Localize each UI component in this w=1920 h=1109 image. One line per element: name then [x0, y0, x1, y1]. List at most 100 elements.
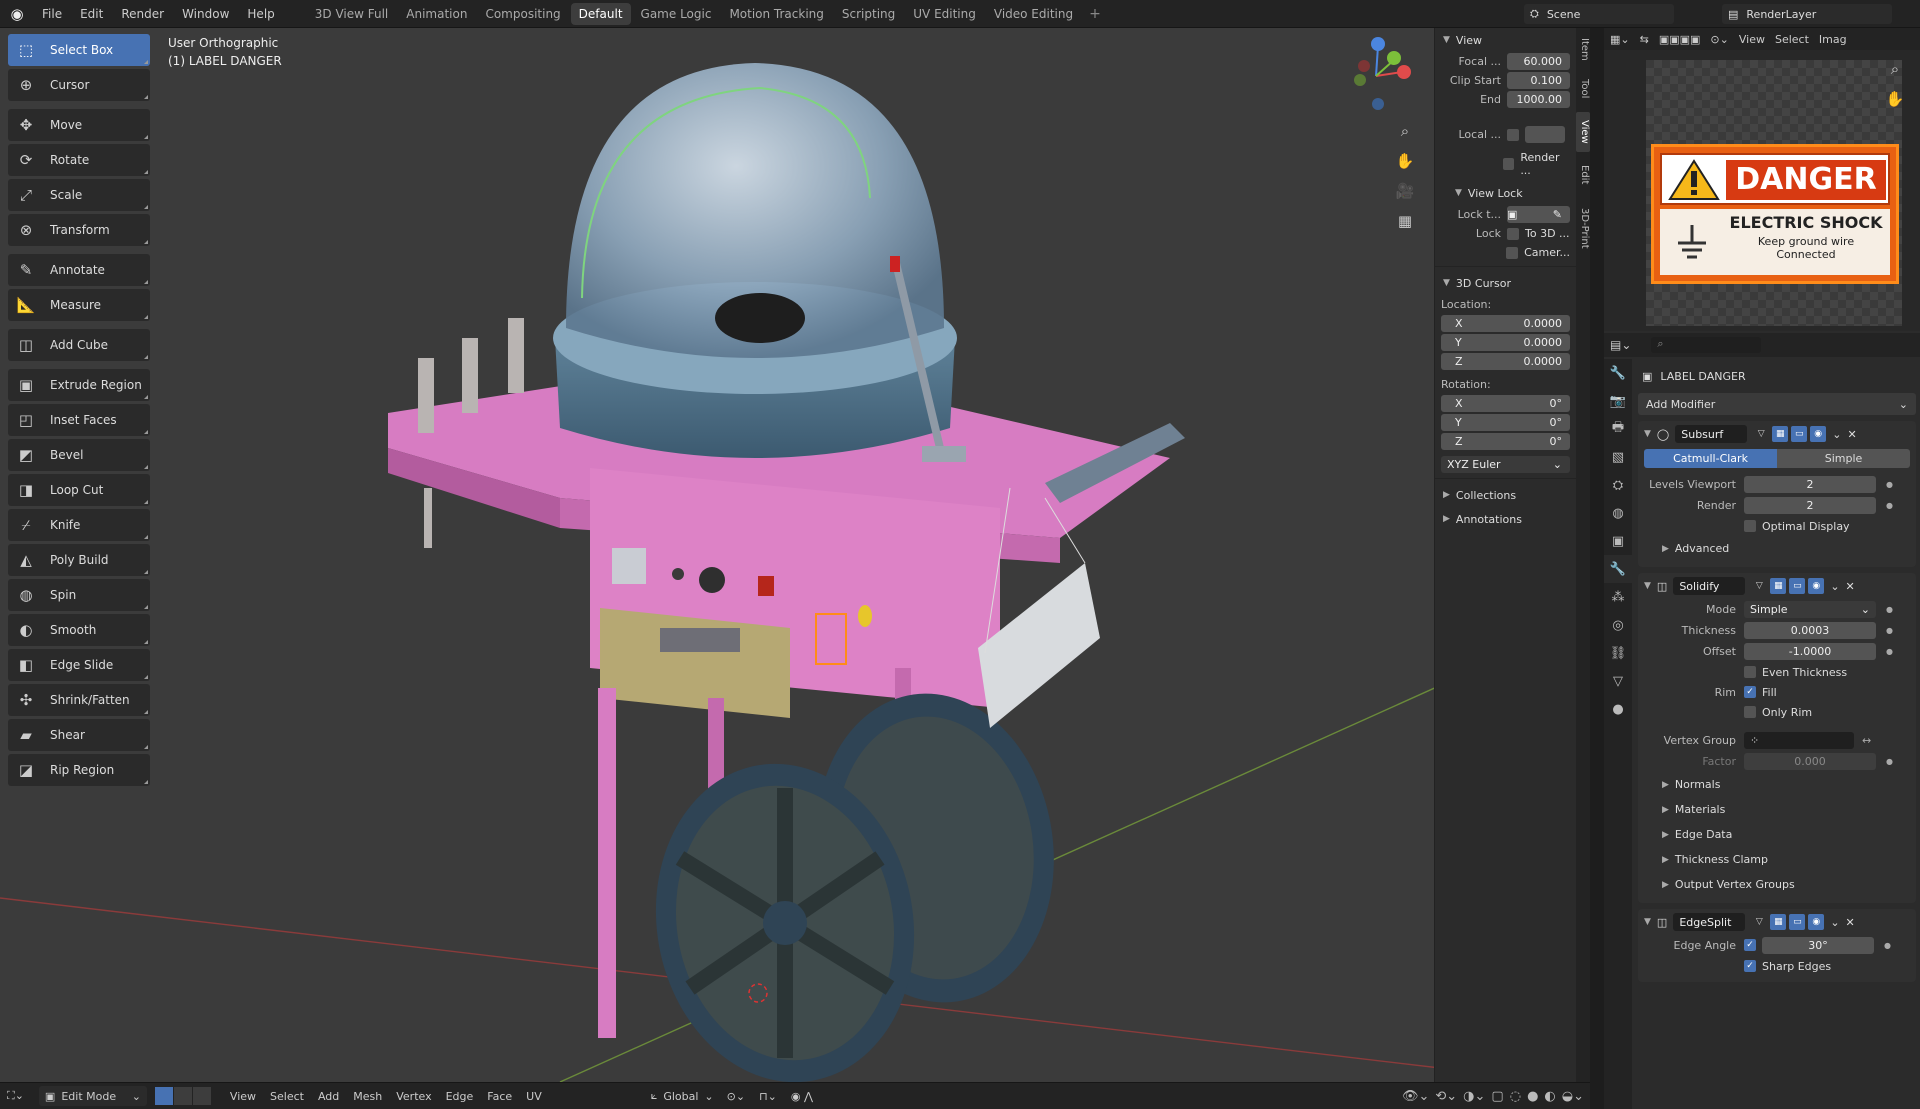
tool-measure[interactable]: 📐 Measure: [8, 289, 150, 321]
visibility-icon[interactable]: 👁⌄: [1402, 1089, 1429, 1104]
keyframe-dot-icon[interactable]: ●: [1886, 480, 1893, 489]
tool-edge-slide[interactable]: ◧ Edge Slide: [8, 649, 150, 681]
render-icon[interactable]: ◉: [1808, 914, 1825, 930]
gizmo-z-icon[interactable]: [1371, 37, 1385, 51]
tab-default[interactable]: Default: [570, 2, 631, 25]
editor-type-icon[interactable]: ⛶⌄: [0, 1089, 31, 1103]
tool-rotate[interactable]: ⟳ Rotate: [8, 144, 150, 176]
snap-icon[interactable]: ⊓⌄: [752, 1090, 784, 1103]
keyframe-dot-icon[interactable]: ●: [1884, 941, 1891, 950]
render-layer-selector[interactable]: ▤ RenderLayer: [1722, 4, 1892, 24]
eyedropper-icon[interactable]: ✎: [1553, 208, 1562, 221]
tab-uv-editing[interactable]: UV Editing: [905, 3, 984, 25]
lock-camera-checkbox[interactable]: [1506, 246, 1519, 259]
menu-select[interactable]: Select: [263, 1090, 311, 1103]
3d-viewport[interactable]: User Orthographic (1) LABEL DANGER ⬚ Sele…: [0, 28, 1590, 1082]
wireframe-shading-icon[interactable]: ◌: [1510, 1089, 1521, 1104]
menu-edit[interactable]: Edit: [72, 0, 111, 28]
tab-motion-tracking[interactable]: Motion Tracking: [721, 3, 831, 25]
rotation-mode-dropdown[interactable]: XYZ Euler ⌄: [1441, 456, 1570, 473]
keyframe-dot-icon[interactable]: ●: [1886, 647, 1893, 656]
modifier-tab-icon[interactable]: 🔧: [1604, 555, 1632, 583]
gizmo-y-icon[interactable]: [1387, 51, 1401, 65]
close-icon[interactable]: ✕: [1847, 428, 1856, 441]
vertex-group-field[interactable]: ⁘: [1744, 731, 1854, 749]
tool-inset-faces[interactable]: ◰ Inset Faces: [8, 404, 150, 436]
menu-view[interactable]: View: [223, 1090, 263, 1103]
face-select-icon[interactable]: [192, 1087, 211, 1105]
tool-shrink-fatten[interactable]: ✣ Shrink/Fatten: [8, 684, 150, 716]
sharp-edges-checkbox[interactable]: ✓: [1744, 960, 1756, 972]
subsurf-name-field[interactable]: Subsurf: [1675, 425, 1748, 443]
uv-sync-icon[interactable]: ⇆: [1640, 33, 1649, 46]
close-icon[interactable]: ✕: [1846, 916, 1855, 929]
tab-item[interactable]: Item: [1576, 32, 1590, 66]
editmode-icon[interactable]: ▦: [1772, 426, 1789, 442]
simple-button[interactable]: Simple: [1777, 449, 1910, 468]
solidify-name-field[interactable]: Solidify: [1673, 577, 1746, 595]
tab-animation[interactable]: Animation: [398, 3, 475, 25]
offset-field[interactable]: -1.0000: [1744, 642, 1876, 660]
view-section-header[interactable]: ▼ View: [1435, 28, 1576, 52]
render-icon[interactable]: ◉: [1810, 426, 1827, 442]
thickness-clamp-subpanel[interactable]: ▶ Thickness Clamp: [1638, 847, 1916, 872]
image-menu-view[interactable]: View: [1739, 33, 1765, 46]
viewport-icon[interactable]: ▭: [1789, 914, 1806, 930]
properties-search[interactable]: ⌕: [1651, 337, 1762, 353]
tab-3d-print[interactable]: 3D-Print: [1576, 198, 1590, 258]
solid-shading-icon[interactable]: ●: [1527, 1089, 1538, 1104]
menu-face[interactable]: Face: [480, 1090, 519, 1103]
gizmo-neg-z-icon[interactable]: [1372, 98, 1384, 110]
pan-hand-icon[interactable]: ✋: [1392, 148, 1418, 174]
add-workspace-button[interactable]: +: [1081, 6, 1109, 22]
edit-cage-icon[interactable]: ▽: [1753, 426, 1769, 442]
material-tab-icon[interactable]: ●: [1604, 695, 1632, 723]
tool-knife[interactable]: ⌿ Knife: [8, 509, 150, 541]
mode-dropdown[interactable]: Simple ⌄: [1744, 600, 1876, 618]
tool-scale[interactable]: ⤢ Scale: [8, 179, 150, 211]
menu-edge[interactable]: Edge: [439, 1090, 481, 1103]
keyframe-dot-icon[interactable]: ●: [1886, 757, 1893, 766]
tool-spin[interactable]: ◍ Spin: [8, 579, 150, 611]
collections-header[interactable]: ▶ Collections: [1435, 483, 1576, 507]
menu-help[interactable]: Help: [239, 0, 282, 28]
thickness-field[interactable]: 0.0003: [1744, 621, 1876, 639]
keyframe-dot-icon[interactable]: ●: [1886, 626, 1893, 635]
menu-render[interactable]: Render: [113, 0, 172, 28]
tool-add-cube[interactable]: ◫ Add Cube: [8, 329, 150, 361]
editor-type-icon[interactable]: ▦⌄: [1610, 33, 1630, 46]
rim-fill-checkbox[interactable]: ✓: [1744, 686, 1756, 698]
advanced-subpanel[interactable]: ▶ Advanced: [1638, 536, 1916, 561]
local-camera-checkbox[interactable]: [1507, 128, 1519, 141]
gizmo-neg-x-icon[interactable]: [1358, 60, 1370, 72]
local-camera-field[interactable]: [1525, 126, 1565, 143]
clip-start-field[interactable]: 0.100: [1507, 72, 1570, 89]
object-tab-icon[interactable]: ▣: [1604, 527, 1632, 555]
vertex-select-icon[interactable]: [154, 1087, 173, 1105]
tab-scripting[interactable]: Scripting: [834, 3, 903, 25]
transform-orientation[interactable]: ⟀ Global ⌄: [645, 1086, 720, 1106]
xray-icon[interactable]: ▢: [1491, 1089, 1503, 1104]
zoom-icon[interactable]: ⌕: [1392, 118, 1418, 144]
edge-data-subpanel[interactable]: ▶ Edge Data: [1638, 822, 1916, 847]
ortho-grid-icon[interactable]: ▦: [1392, 208, 1418, 234]
output-tab-icon[interactable]: 🖶: [1604, 415, 1632, 443]
lock-to-object-field[interactable]: ▣ ✎: [1507, 206, 1570, 223]
view-layer-tab-icon[interactable]: ▧: [1604, 443, 1632, 471]
tab-view[interactable]: View: [1576, 112, 1590, 152]
menu-mesh[interactable]: Mesh: [346, 1090, 389, 1103]
normals-subpanel[interactable]: ▶ Normals: [1638, 772, 1916, 797]
scene-selector[interactable]: ⛭ Scene: [1524, 4, 1674, 24]
3d-cursor-header[interactable]: ▼ 3D Cursor: [1435, 271, 1576, 295]
tool-annotate[interactable]: ✎ Annotate: [8, 254, 150, 286]
chevron-down-icon[interactable]: ⌄: [1832, 428, 1841, 441]
output-vertex-groups-subpanel[interactable]: ▶ Output Vertex Groups: [1638, 872, 1916, 897]
image-menu-image[interactable]: Imag: [1819, 33, 1847, 46]
pivot-icon[interactable]: ⊙⌄: [1710, 33, 1728, 46]
lock-to-3d-cursor-checkbox[interactable]: [1507, 227, 1519, 240]
only-rim-checkbox[interactable]: [1744, 706, 1756, 718]
menu-uv[interactable]: UV: [519, 1090, 549, 1103]
tool-poly-build[interactable]: ◭ Poly Build: [8, 544, 150, 576]
tool-tab-icon[interactable]: 🔧: [1604, 359, 1632, 387]
annotations-header[interactable]: ▶ Annotations: [1435, 507, 1576, 531]
